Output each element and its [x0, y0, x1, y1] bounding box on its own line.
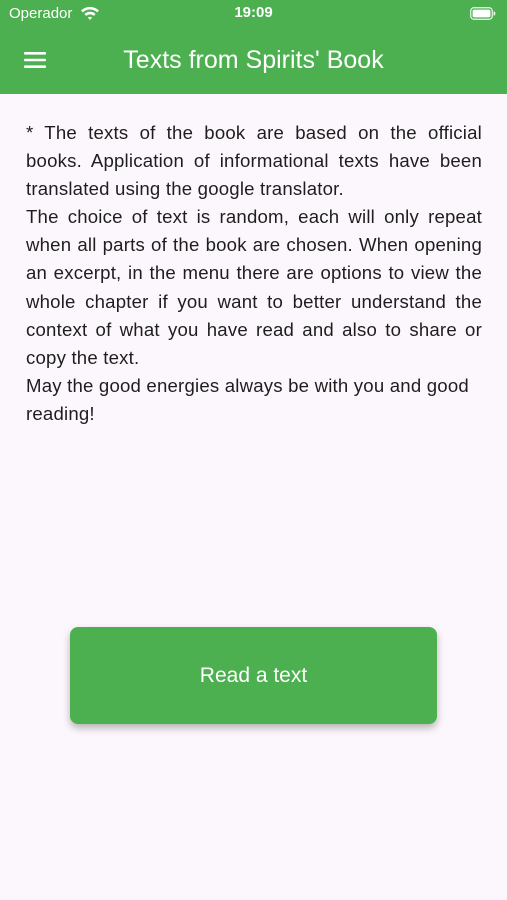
status-time: 19:09: [234, 4, 273, 21]
app-title: Texts from Spirits' Book: [123, 46, 384, 74]
info-paragraph: * The texts of the book are based on the…: [26, 122, 482, 200]
read-text-button[interactable]: Read a text: [70, 627, 437, 724]
info-text: * The texts of the book are based on the…: [26, 119, 482, 428]
battery-icon: [470, 7, 496, 20]
info-paragraph: The choice of text is random, each will …: [26, 206, 482, 368]
status-bar: Operador 19:09: [0, 0, 507, 28]
app-bar: Texts from Spirits' Book: [0, 28, 507, 94]
info-paragraph: May the good energies always be with you…: [26, 374, 469, 424]
